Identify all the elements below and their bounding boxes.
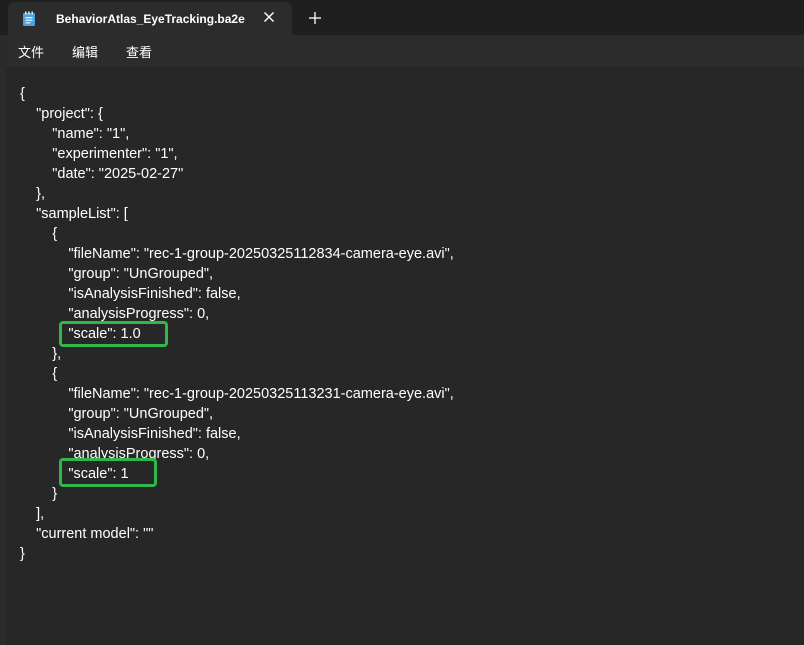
code-line: "name": "1",: [20, 126, 130, 142]
close-icon[interactable]: [262, 10, 276, 24]
code-line: {: [20, 86, 25, 102]
scale-highlight-box: [59, 458, 157, 487]
code-line: }: [20, 546, 25, 562]
code-line: "isAnalysisFinished": false,: [20, 286, 241, 302]
menu-edit[interactable]: 编辑: [66, 38, 104, 65]
plus-icon[interactable]: [306, 9, 324, 27]
code-line: },: [20, 346, 62, 362]
tab-active[interactable]: BehaviorAtlas_EyeTracking.ba2e: [8, 2, 292, 35]
code-line: "group": "UnGrouped",: [20, 266, 214, 282]
code-line: },: [20, 186, 45, 202]
code-line: "experimenter": "1",: [20, 146, 178, 162]
code-line: "project": {: [20, 106, 103, 122]
code-line: "group": "UnGrouped",: [20, 406, 214, 422]
code-line: "current model": "": [20, 526, 154, 542]
code-line: ],: [20, 506, 45, 522]
code-line: "fileName": "rec-1-group-20250325113231-…: [20, 386, 454, 402]
code-line: "isAnalysisFinished": false,: [20, 426, 241, 442]
menu-view[interactable]: 查看: [120, 38, 158, 65]
code-line: "sampleList": [: [20, 206, 128, 222]
menu-file[interactable]: 文件: [12, 38, 50, 65]
code-line: }: [20, 486, 58, 502]
tab-bar: BehaviorAtlas_EyeTracking.ba2e: [0, 0, 804, 35]
text-editor[interactable]: { "project": { "name": "1", "experimente…: [6, 67, 804, 645]
scale-highlight-box: [59, 321, 168, 347]
code-line: "date": "2025-02-27": [20, 166, 184, 182]
notepad-window: BehaviorAtlas_EyeTracking.ba2e 文件 编辑 查看 …: [0, 0, 804, 645]
notepad-icon: [22, 11, 36, 27]
code-line: {: [20, 366, 58, 382]
code-line: "fileName": "rec-1-group-20250325112834-…: [20, 246, 454, 262]
tab-title: BehaviorAtlas_EyeTracking.ba2e: [56, 11, 245, 26]
menu-bar: 文件 编辑 查看: [6, 35, 804, 67]
code-line: {: [20, 226, 58, 242]
